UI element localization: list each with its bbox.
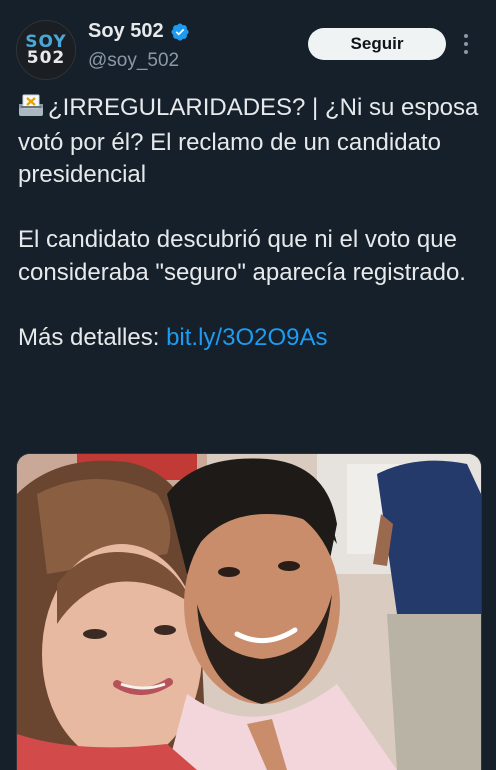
avatar[interactable]: SOY 502: [16, 20, 76, 80]
display-name[interactable]: Soy 502: [88, 20, 164, 43]
tweet-paragraph-1: ¿IRREGULARIDADES? | ¿Ni su esposa votó p…: [18, 92, 480, 192]
tweet-paragraph-3: Más detalles: bit.ly/3O2O9As: [18, 322, 480, 355]
author-handle[interactable]: @soy_502: [88, 50, 179, 72]
tweet-headline: ¿IRREGULARIDADES? | ¿Ni su esposa votó p…: [18, 94, 479, 188]
tweet-photo[interactable]: [16, 453, 482, 770]
author-name-row: Soy 502: [88, 20, 190, 43]
verified-badge-icon: [170, 22, 190, 42]
more-vertical-icon[interactable]: [462, 34, 470, 56]
details-prefix: Más detalles:: [18, 323, 167, 351]
ballot-box-icon: [18, 93, 44, 127]
details-link[interactable]: bit.ly/3O2O9As: [166, 324, 327, 351]
avatar-logo: SOY 502: [25, 34, 66, 68]
tweet-text: ¿IRREGULARIDADES? | ¿Ni su esposa votó p…: [18, 92, 480, 354]
tweet-card: SOY 502 Soy 502 @soy_502 Seguir ¿IRREGUL…: [0, 0, 496, 770]
avatar-logo-line2: 502: [26, 48, 66, 68]
follow-button[interactable]: Seguir: [308, 28, 446, 60]
tweet-paragraph-2: El candidato descubrió que ni el voto qu…: [18, 226, 466, 286]
